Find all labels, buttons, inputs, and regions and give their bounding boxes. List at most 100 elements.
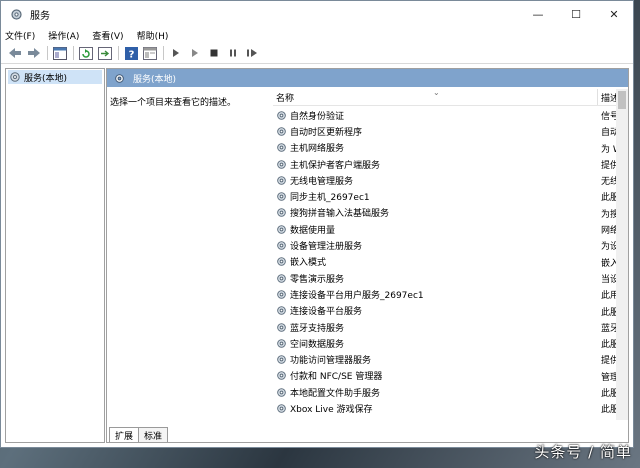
- stop-service-button[interactable]: [206, 45, 222, 61]
- service-description: 此服: [601, 307, 616, 318]
- service-name: 无线电管理服务: [290, 176, 354, 187]
- gear-icon: [9, 7, 23, 21]
- pane-header-title: 服务(本地): [133, 74, 177, 85]
- gear-icon: [277, 257, 286, 267]
- menu-bar: 文件(F) 操作(A) 查看(V) 帮助(H): [1, 27, 633, 43]
- table-row[interactable]: 主机网络服务 为 W: [273, 140, 616, 156]
- gear-icon: [277, 176, 286, 185]
- toolbar: ?: [1, 43, 633, 64]
- sort-chevron-down-icon: ⌄: [433, 88, 440, 97]
- menu-action[interactable]: 操作(A): [48, 29, 79, 42]
- table-row[interactable]: 无线电管理服务 无线: [273, 172, 616, 188]
- refresh-button[interactable]: [78, 45, 94, 61]
- table-row[interactable]: 蓝牙支持服务 蓝牙: [273, 319, 616, 335]
- export-list-button[interactable]: [97, 45, 113, 61]
- service-description: 此服: [601, 405, 616, 416]
- service-description: 无线: [601, 177, 616, 188]
- start-service-button[interactable]: [168, 45, 184, 61]
- table-row[interactable]: 空间数据服务 此服: [273, 335, 616, 351]
- scrollbar-thumb[interactable]: [618, 91, 626, 109]
- menu-view[interactable]: 查看(V): [92, 29, 123, 42]
- service-description: 当设: [601, 274, 616, 285]
- gear-icon: [277, 208, 286, 218]
- console-tree: 服务(本地): [5, 68, 105, 443]
- service-description: 管理: [601, 372, 616, 383]
- table-row[interactable]: 付款和 NFC/SE 管理器 管理: [273, 368, 616, 384]
- gear-icon: [277, 224, 286, 234]
- help-button[interactable]: ?: [123, 45, 139, 61]
- watermark: 头条号 / 简单: [534, 443, 632, 461]
- service-description: 此用: [601, 291, 616, 302]
- table-row[interactable]: 同步主机_2697ec1 此服: [273, 188, 616, 204]
- gear-icon: [277, 387, 286, 397]
- service-name: 本地配置文件助手服务: [290, 388, 381, 399]
- table-row[interactable]: 自动时区更新程序 自动: [273, 123, 616, 139]
- tree-item-services-local[interactable]: 服务(本地): [8, 70, 102, 84]
- vertical-scrollbar[interactable]: [616, 89, 628, 420]
- table-row[interactable]: 自然身份验证 信号: [273, 107, 616, 123]
- restart-service-button[interactable]: [244, 45, 260, 61]
- table-row[interactable]: 零售演示服务 当设: [273, 270, 616, 286]
- service-name: 蓝牙支持服务: [290, 323, 345, 334]
- service-name: 主机保护者客户端服务: [290, 160, 381, 171]
- service-name: 自动时区更新程序: [290, 127, 363, 138]
- gear-icon: [277, 143, 286, 153]
- minimize-button[interactable]: —: [519, 1, 557, 27]
- title-bar[interactable]: 服务 — ☐ ✕: [1, 1, 633, 27]
- gear-icon: [277, 110, 286, 120]
- service-name: 付款和 NFC/SE 管理器: [290, 372, 383, 383]
- services-pane: 服务(本地) 选择一个项目来查看它的描述。 名称 ⌄ 描述 自然身份验证 信号自动…: [106, 68, 629, 443]
- gear-icon: [277, 290, 286, 299]
- service-description: 自动: [601, 128, 616, 139]
- menu-help[interactable]: 帮助(H): [137, 29, 169, 42]
- table-row[interactable]: 嵌入模式 嵌入: [273, 254, 616, 270]
- service-description: 为 W: [601, 144, 616, 155]
- service-description: 信号: [601, 112, 616, 122]
- start-service-alt-button[interactable]: [187, 45, 203, 61]
- forward-button[interactable]: [26, 45, 42, 61]
- table-row[interactable]: Xbox Live 游戏保存 此服: [273, 400, 616, 416]
- service-name: 同步主机_2697ec1: [290, 193, 370, 204]
- svg-text:?: ?: [128, 49, 134, 60]
- table-row[interactable]: 搜狗拼音输入法基础服务 为搜: [273, 205, 616, 221]
- maximize-button[interactable]: ☐: [557, 1, 595, 27]
- gear-icon: [277, 371, 286, 381]
- tab-standard[interactable]: 标准: [138, 427, 169, 442]
- service-description: 此服: [601, 340, 616, 351]
- gear-icon: [277, 338, 286, 348]
- gear-icon: [277, 355, 286, 364]
- services-window: 服务 — ☐ ✕ 文件(F) 操作(A) 查看(V) 帮助(H) ? 服务(本地…: [0, 0, 634, 448]
- service-description: 嵌入: [601, 258, 616, 269]
- table-row[interactable]: 本地配置文件助手服务 此服: [273, 384, 616, 400]
- toolbar-separator: [47, 46, 48, 60]
- tab-extended[interactable]: 扩展: [109, 427, 140, 442]
- toolbar-separator: [163, 46, 164, 60]
- close-button[interactable]: ✕: [595, 1, 633, 27]
- tree-item-label: 服务(本地): [24, 73, 68, 84]
- table-row[interactable]: 主机保护者客户端服务 提供: [273, 156, 616, 172]
- column-separator[interactable]: [597, 89, 598, 105]
- service-name: 空间数据服务: [290, 339, 345, 350]
- table-row[interactable]: 连接设备平台服务 此服: [273, 303, 616, 319]
- properties-button[interactable]: [142, 45, 158, 61]
- gear-icon: [277, 322, 286, 332]
- menu-file[interactable]: 文件(F): [5, 29, 35, 42]
- service-name: 搜狗拼音输入法基础服务: [290, 209, 390, 220]
- service-name: Xbox Live 游戏保存: [290, 404, 373, 415]
- table-row[interactable]: 功能访问管理器服务 提供: [273, 351, 616, 367]
- table-row[interactable]: 连接设备平台用户服务_2697ec1 此用: [273, 286, 616, 302]
- view-tabs: 扩展 标准: [107, 424, 628, 442]
- service-name: 连接设备平台服务: [290, 307, 363, 318]
- table-row[interactable]: 设备管理注册服务 为设: [273, 237, 616, 253]
- gear-icon: [277, 404, 286, 413]
- gear-icon: [115, 73, 124, 83]
- back-button[interactable]: [7, 45, 23, 61]
- service-name: 设备管理注册服务: [290, 242, 363, 253]
- column-header-name[interactable]: 名称: [276, 91, 294, 104]
- service-name: 连接设备平台用户服务_2697ec1: [290, 290, 424, 301]
- gear-icon: [277, 273, 286, 283]
- service-name: 主机网络服务: [290, 144, 345, 155]
- table-row[interactable]: 数据使用量 网络: [273, 221, 616, 237]
- console-tree-button[interactable]: [52, 45, 68, 61]
- pause-service-button[interactable]: [225, 45, 241, 61]
